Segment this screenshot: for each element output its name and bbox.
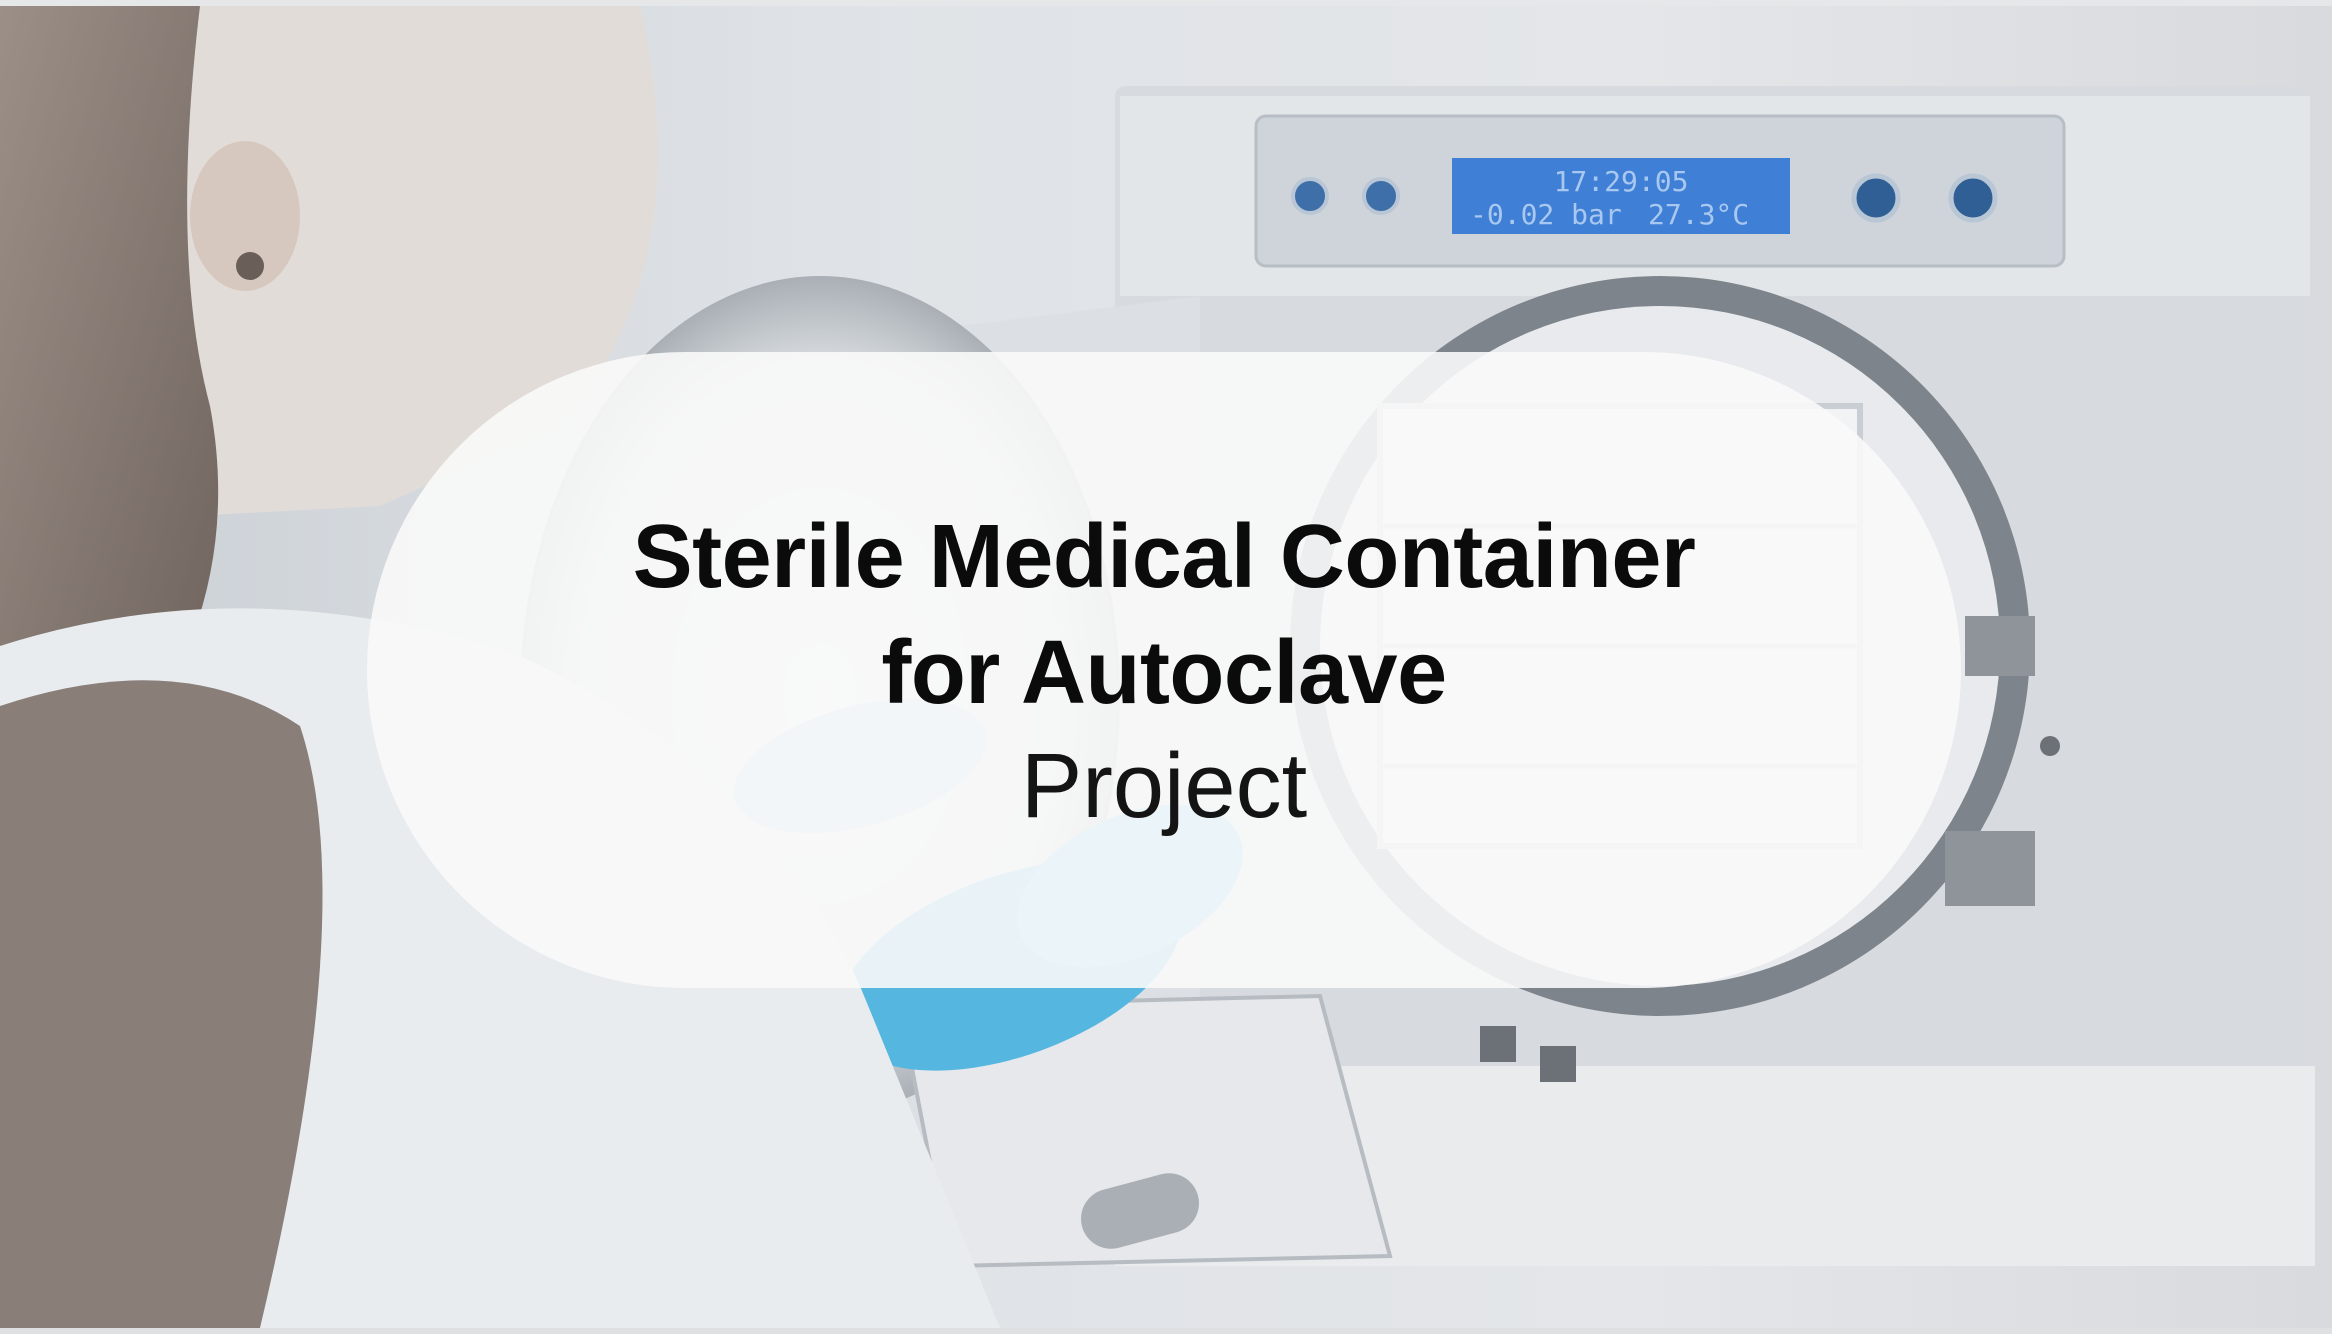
lcd-temperature: 27.3°C: [1648, 198, 1749, 231]
lcd-pressure: -0.02 bar: [1470, 198, 1622, 231]
project-title-line-2: for Autoclave: [881, 623, 1447, 723]
hero-banner: 17:29:05 -0.02 bar 27.3°C Sterile Medica…: [0, 0, 2332, 1334]
title-overlay: Sterile Medical Container for Autoclave …: [367, 352, 1961, 988]
project-title-line-1: Sterile Medical Container: [632, 507, 1696, 607]
lcd-time: 17:29:05: [1554, 165, 1689, 198]
project-subtitle: Project: [1020, 735, 1308, 837]
bottom-border: [0, 1328, 2332, 1334]
